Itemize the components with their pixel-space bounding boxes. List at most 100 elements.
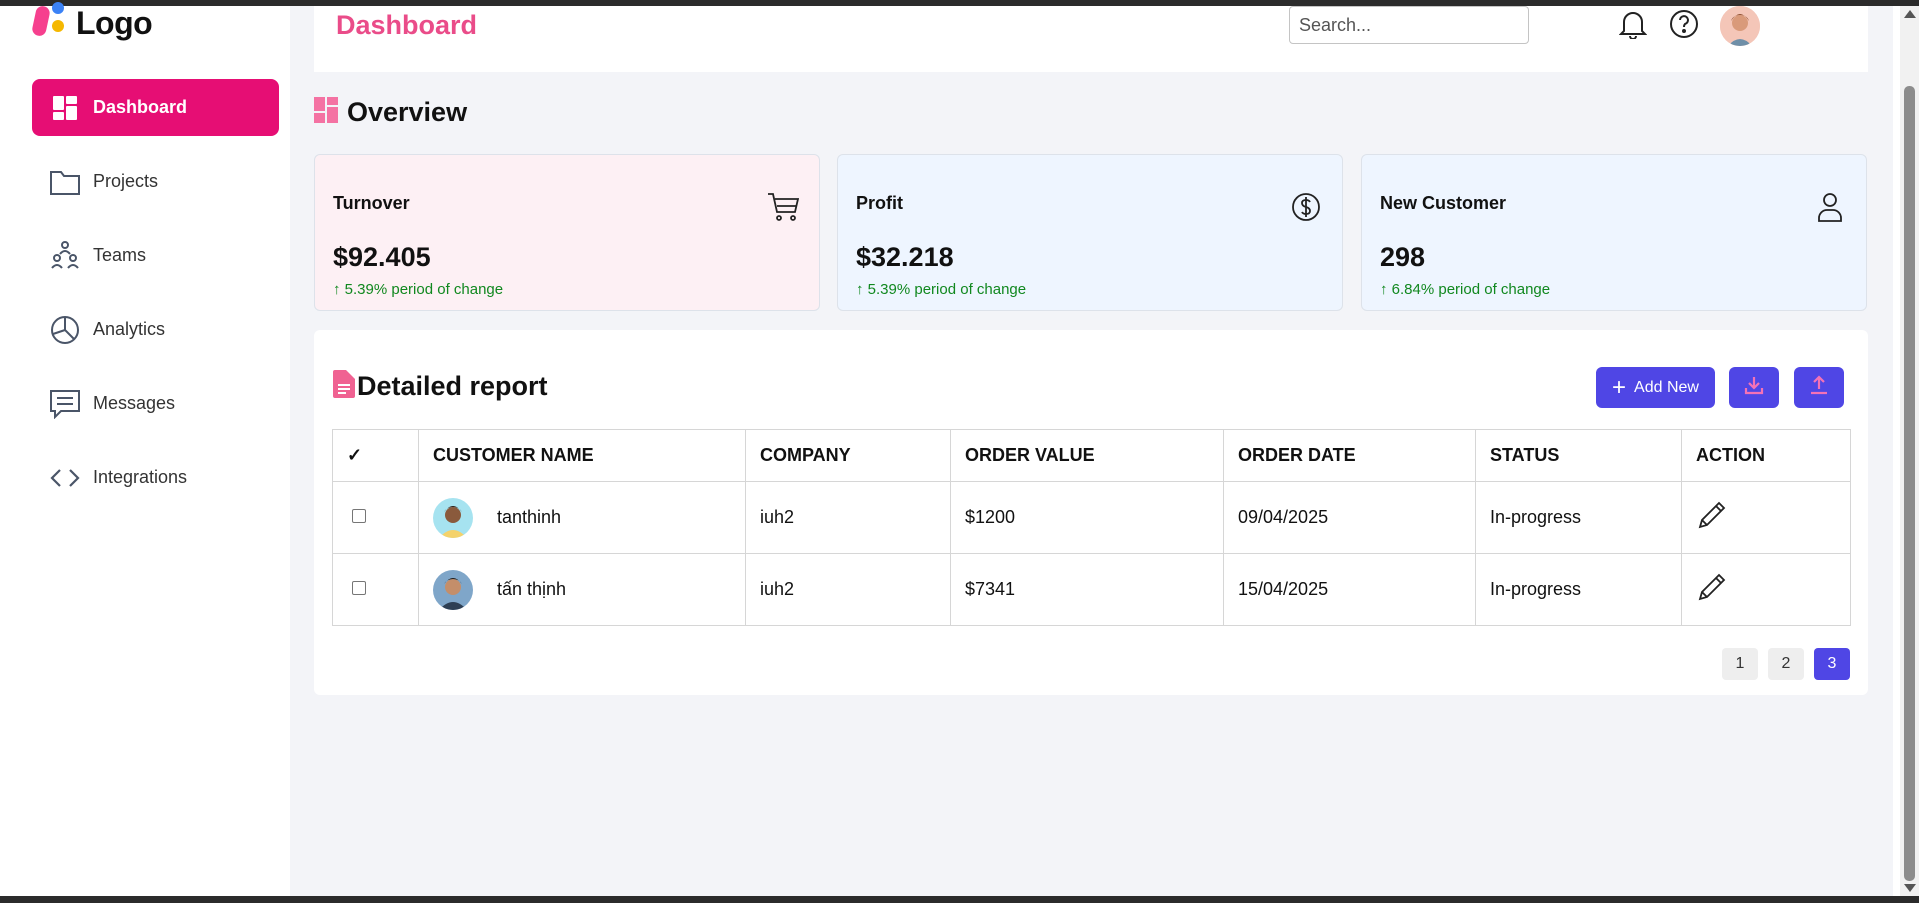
sidebar-item-projects[interactable]: Projects <box>32 153 279 210</box>
report-heading: Detailed report <box>333 370 548 403</box>
help-icon[interactable] <box>1668 8 1700 40</box>
header: Dashboard <box>314 6 1868 72</box>
upload-icon <box>1808 374 1830 401</box>
scrollbar-thumb[interactable] <box>1904 86 1915 881</box>
cart-icon <box>765 189 801 225</box>
card-change: ↑ 5.39% period of change <box>856 281 1027 298</box>
table-header-row: ✓ CUSTOMER NAME COMPANY ORDER VALUE ORDE… <box>332 429 1851 482</box>
status-cell: In-progress <box>1475 553 1682 626</box>
dollar-icon <box>1288 189 1324 225</box>
row-checkbox[interactable] <box>352 581 366 595</box>
logo-text: Logo <box>76 4 153 41</box>
row-select-cell <box>332 481 419 554</box>
logo[interactable]: Logo <box>31 2 153 41</box>
sidebar-item-integrations[interactable]: Integrations <box>32 449 279 506</box>
status-cell: In-progress <box>1475 481 1682 554</box>
edit-pencil-icon[interactable] <box>1696 573 1728 607</box>
action-cell <box>1681 481 1851 554</box>
search-input[interactable] <box>1289 6 1529 44</box>
row-checkbox[interactable] <box>352 509 366 523</box>
scroll-down-icon[interactable] <box>1904 884 1916 892</box>
dashboard-icon <box>49 92 81 124</box>
sidebar-item-label: Analytics <box>93 319 166 339</box>
add-new-label: Add New <box>1634 378 1699 396</box>
upload-button[interactable] <box>1794 367 1844 408</box>
customer-name: tấn thịnh <box>497 579 567 599</box>
page-button-3[interactable]: 3 <box>1814 648 1850 680</box>
company-cell: iuh2 <box>745 481 951 554</box>
card-title: New Customer <box>1380 193 1507 213</box>
user-icon <box>1812 189 1848 225</box>
logo-mark-icon <box>31 2 66 40</box>
table-row: tanthinh iuh2 $1200 09/04/2025 In-progre… <box>332 481 1851 554</box>
order-date-cell: 09/04/2025 <box>1223 481 1476 554</box>
pie-chart-icon <box>49 314 81 346</box>
stat-cards: Turnover $92.405 ↑ 5.39% period of chang… <box>314 154 1868 311</box>
column-header-status: STATUS <box>1475 429 1682 482</box>
sidebar-item-label: Teams <box>93 245 147 265</box>
column-header-company: COMPANY <box>745 429 951 482</box>
select-all-header[interactable]: ✓ <box>332 429 419 482</box>
avatar[interactable] <box>1720 6 1760 46</box>
card-change: ↑ 6.84% period of change <box>1380 281 1551 298</box>
sidebar-item-label: Projects <box>93 171 159 191</box>
column-header-order-value: ORDER VALUE <box>950 429 1224 482</box>
card-value: $32.218 <box>856 242 954 272</box>
sidebar-item-label: Messages <box>93 393 176 413</box>
table-row: tấn thịnh iuh2 $7341 15/04/2025 In-progr… <box>332 553 1851 626</box>
order-date-cell: 15/04/2025 <box>1223 553 1476 626</box>
sidebar-item-messages[interactable]: Messages <box>32 375 279 432</box>
order-value-cell: $7341 <box>950 553 1224 626</box>
company-cell: iuh2 <box>745 553 951 626</box>
column-header-customer: CUSTOMER NAME <box>418 429 746 482</box>
stat-card-profit: Profit $32.218 ↑ 5.39% period of change <box>837 154 1343 311</box>
card-title: Turnover <box>333 193 410 213</box>
message-icon <box>49 388 81 420</box>
column-header-order-date: ORDER DATE <box>1223 429 1476 482</box>
customer-avatar <box>433 569 473 610</box>
document-icon <box>333 370 355 403</box>
page-title: Dashboard <box>336 10 478 40</box>
edit-pencil-icon[interactable] <box>1696 501 1728 535</box>
bell-icon[interactable] <box>1617 8 1649 40</box>
report-title: Detailed report <box>357 371 548 401</box>
page-button-2[interactable]: 2 <box>1768 648 1804 680</box>
download-icon <box>1743 374 1765 401</box>
customer-cell: tấn thịnh <box>418 553 746 626</box>
scroll-up-icon[interactable] <box>1904 10 1916 18</box>
sidebar-item-label: Integrations <box>93 467 188 487</box>
detailed-report: Detailed report + Add New ✓ CUSTOMER NAM… <box>314 330 1868 695</box>
sidebar-item-dashboard[interactable]: Dashboard <box>32 79 279 136</box>
report-table: ✓ CUSTOMER NAME COMPANY ORDER VALUE ORDE… <box>332 429 1851 626</box>
column-header-action: ACTION <box>1681 429 1851 482</box>
sidebar-item-label: Dashboard <box>93 97 188 117</box>
code-icon <box>49 462 81 494</box>
main-content: Dashboard Overview Turnover $92.405 ↑ 5.… <box>290 6 1893 896</box>
sidebar-item-teams[interactable]: Teams <box>32 227 279 284</box>
add-new-button[interactable]: + Add New <box>1596 367 1715 408</box>
customer-name: tanthinh <box>497 507 562 527</box>
order-value-cell: $1200 <box>950 481 1224 554</box>
vertical-scrollbar[interactable] <box>1900 6 1919 896</box>
teams-icon <box>49 240 81 272</box>
card-value: 298 <box>1380 242 1426 272</box>
card-title: Profit <box>856 193 903 213</box>
customer-avatar <box>433 497 473 538</box>
pagination: 1 2 3 <box>1722 648 1850 680</box>
folder-icon <box>49 166 81 198</box>
sidebar: Logo Dashboard Projects Teams Analytics <box>0 2 290 896</box>
sidebar-item-analytics[interactable]: Analytics <box>32 301 279 358</box>
dashboard-icon <box>314 97 338 128</box>
overview-heading: Overview <box>314 97 467 128</box>
row-select-cell <box>332 553 419 626</box>
sidebar-nav: Dashboard Projects Teams Analytics Messa… <box>32 79 279 523</box>
page-button-1[interactable]: 1 <box>1722 648 1758 680</box>
download-button[interactable] <box>1729 367 1779 408</box>
card-change: ↑ 5.39% period of change <box>333 281 504 298</box>
action-cell <box>1681 553 1851 626</box>
overview-title: Overview <box>347 97 468 127</box>
stat-card-turnover: Turnover $92.405 ↑ 5.39% period of chang… <box>314 154 820 311</box>
window-bottom-border <box>0 896 1919 903</box>
card-value: $92.405 <box>333 242 431 272</box>
stat-card-new-customer: New Customer 298 ↑ 6.84% period of chang… <box>1361 154 1867 311</box>
